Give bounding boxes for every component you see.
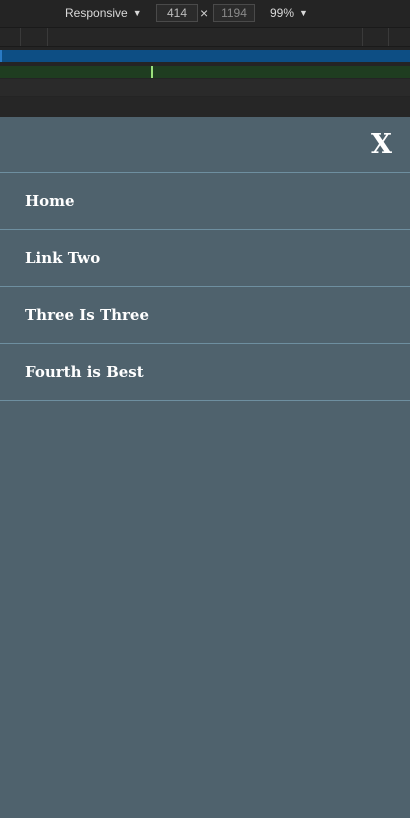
viewport-width-input[interactable]: 414 — [156, 4, 198, 22]
nav-item-fourth-is-best[interactable]: Fourth is Best — [0, 344, 410, 401]
chevron-down-icon: ▼ — [299, 8, 308, 18]
close-menu-button[interactable]: X — [371, 131, 392, 158]
media-query-ruler — [0, 28, 410, 47]
media-query-bar-empty — [0, 79, 410, 96]
nav-item-link-two[interactable]: Link Two — [0, 230, 410, 287]
device-toolbar: Responsive ▼ 414 × 1194 99% ▼ — [0, 0, 410, 28]
zoom-select[interactable]: 99% ▼ — [270, 6, 308, 20]
viewport-height-input[interactable]: 1194 — [213, 4, 255, 22]
nav-link-home[interactable]: Home — [25, 192, 75, 210]
ruler-segment[interactable] — [47, 28, 363, 46]
media-query-marker — [151, 66, 153, 78]
device-select[interactable]: Responsive ▼ — [65, 6, 142, 20]
nav-item-home[interactable]: Home — [0, 173, 410, 230]
ruler-segment[interactable] — [362, 28, 389, 46]
nav-item-three-is-three[interactable]: Three Is Three — [0, 287, 410, 344]
chevron-down-icon: ▼ — [132, 8, 142, 18]
media-query-bar-max-width[interactable] — [0, 50, 410, 62]
ruler-segment[interactable] — [0, 28, 21, 46]
nav-menu: Home Link Two Three Is Three Fourth is B… — [0, 172, 410, 401]
device-select-label: Responsive — [65, 6, 128, 20]
dimension-times-icon: × — [200, 5, 209, 21]
media-query-bar-min-width[interactable] — [0, 66, 410, 78]
page-viewport: X Home Link Two Three Is Three Fourth is… — [0, 117, 410, 818]
devtools-responsive-bar: Responsive ▼ 414 × 1194 99% ▼ — [0, 0, 410, 117]
nav-link-three-is-three[interactable]: Three Is Three — [25, 306, 149, 324]
nav-link-link-two[interactable]: Link Two — [25, 249, 100, 267]
nav-link-fourth-is-best[interactable]: Fourth is Best — [25, 363, 144, 381]
media-query-bar-empty — [0, 97, 410, 117]
zoom-select-label: 99% — [270, 6, 295, 20]
ruler-segment[interactable] — [20, 28, 48, 46]
